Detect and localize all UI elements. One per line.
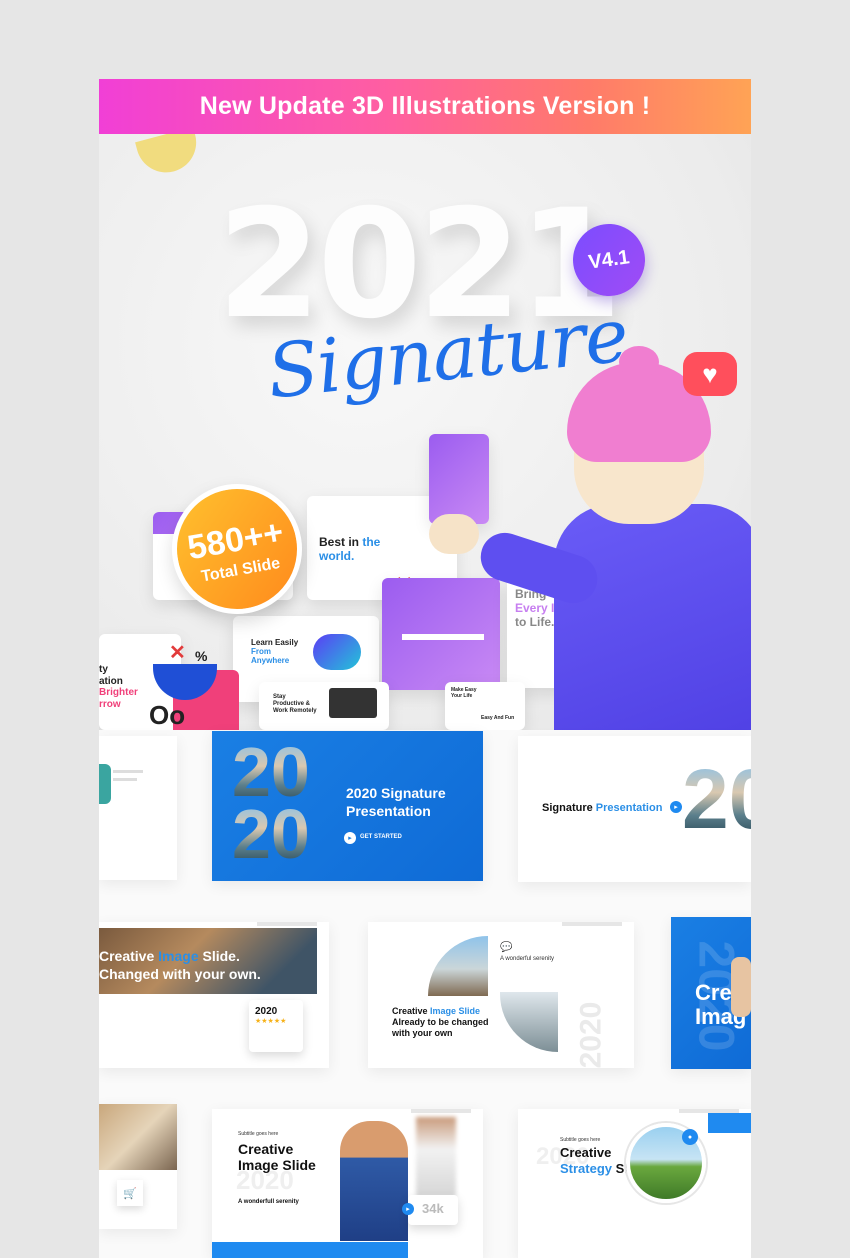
play-icon: ▸ [670, 801, 682, 813]
banner-text: New Update 3D Illustrations Version ! [199, 92, 651, 120]
stat-value: 34k [422, 1201, 444, 1216]
play-icon: ▸ [402, 1203, 414, 1215]
text-line [113, 778, 137, 781]
slide-thumb-7: 🛒 [99, 1104, 177, 1229]
text-line [113, 770, 143, 773]
mini-slide-make: Make Easy Your Life Easy And Fun [445, 682, 525, 730]
character-body [554, 504, 751, 730]
slide-thumb-5: 💬 A wonderful serenity Creative Image Sl… [368, 922, 634, 1068]
cart-icon: 🛒 [117, 1180, 143, 1206]
slide-tag [562, 922, 622, 926]
slide-thumb-4: Creative Image Slide. Changed with your … [99, 922, 329, 1068]
mini-slide-purple-fill [429, 434, 489, 524]
hero-section: 2021 Signature V4.1 Best in the world. ✕… [99, 134, 751, 730]
slide-thumb-9: 2020 Subtitle goes here Creative Strategy… [518, 1109, 751, 1258]
highlight-tag [708, 1113, 751, 1133]
slide-tag [257, 922, 317, 926]
slide-tag [411, 1109, 471, 1113]
mini-slide-stay: Stay Productive & Work Remotely [259, 682, 389, 730]
slide-title-line1: 2020 Signature [346, 785, 446, 801]
slide-title-line2: Presentation [346, 803, 431, 819]
slide8-caption: A wonderfull serenity [238, 1199, 299, 1205]
cheering-man-photo [340, 1121, 408, 1241]
character-hand [429, 514, 479, 554]
slide4-line2: Changed with your own. [99, 966, 261, 982]
slide5-caption: A wonderful serenity [500, 956, 555, 962]
slide4-caption: A wonderful serenity [113, 1000, 163, 1006]
slide-thumb-2: 20 20 2020 Signature Presentation ▸ GET … [212, 731, 483, 881]
mini-slide-desk [382, 578, 500, 690]
character-hair-bun [619, 346, 659, 378]
stat-year: 2020 [255, 1006, 278, 1017]
laptop-illustration [313, 634, 361, 670]
waterfall-photo [500, 992, 558, 1052]
oo-text: Oo [149, 700, 186, 730]
footer-bar [212, 1242, 408, 1258]
slide-thumb-8: Subtitle goes here 2020 Creative Image Sl… [212, 1109, 483, 1258]
blurred-person-photo [416, 1117, 456, 1197]
heart-icon: ♥ [683, 352, 737, 396]
get-started-link[interactable]: GET STARTED [360, 834, 402, 840]
mini-easy-text: Easy And Fun [481, 715, 515, 721]
slide-year-bottom: 20 [232, 795, 310, 873]
slide-thumb-6: 2020 Cre Imag [671, 917, 751, 1069]
building-photo [99, 1104, 177, 1170]
mini-slide-purple [429, 434, 489, 524]
promo-card: New Update 3D Illustrations Version ! 20… [99, 79, 751, 1258]
desk-illustration [402, 634, 484, 640]
rating-stars: ★★★★★ [255, 1018, 287, 1025]
bulb-icon: ● [682, 1129, 698, 1145]
slide8-title: Creative Image Slide [238, 1141, 316, 1174]
slide-thumb-1 [99, 736, 177, 880]
play-icon: ▸ [344, 832, 356, 844]
slide8-label: Subtitle goes here [238, 1131, 279, 1137]
chat-icon: 💬 [500, 942, 513, 953]
slide3-title: Signature Presentation [542, 802, 663, 814]
x-mark-icon-2: ✕ [169, 642, 186, 664]
monitor-illustration [329, 688, 377, 718]
mini-learn-text: Learn Easily From Anywhere [251, 638, 299, 666]
stat-card: ▸ 34k [402, 1195, 458, 1225]
venice-photo [428, 936, 488, 996]
slide3-year: 202 [682, 757, 751, 841]
mini-make-text: Make Easy Your Life [451, 687, 477, 699]
mini-best-text: Best in the world. [319, 535, 381, 563]
slide5-ghost-year: 2020 [574, 1001, 608, 1068]
percent-icon: % [195, 648, 208, 664]
year-stat-card: 2020 ★★★★★ [249, 1000, 303, 1052]
person-photo [99, 764, 111, 804]
slide-thumb-3: Signature Presentation ▸ 202 [518, 736, 751, 882]
slide9-label: Subtitle goes here [560, 1137, 601, 1143]
slide4-line1: Creative Image Slide. [99, 948, 240, 964]
mini-stay-text: Stay Productive & Work Remotely [273, 694, 317, 714]
person-hand [731, 957, 751, 1017]
party-cone-illustration [135, 134, 203, 180]
slide-count-badge: 580++ Total Slide [161, 473, 313, 625]
slide5-text: Creative Image Slide Already to be chang… [392, 1006, 489, 1038]
mini-left-text: ty ation Brighter rrow [99, 664, 138, 710]
update-banner: New Update 3D Illustrations Version ! [99, 79, 751, 134]
